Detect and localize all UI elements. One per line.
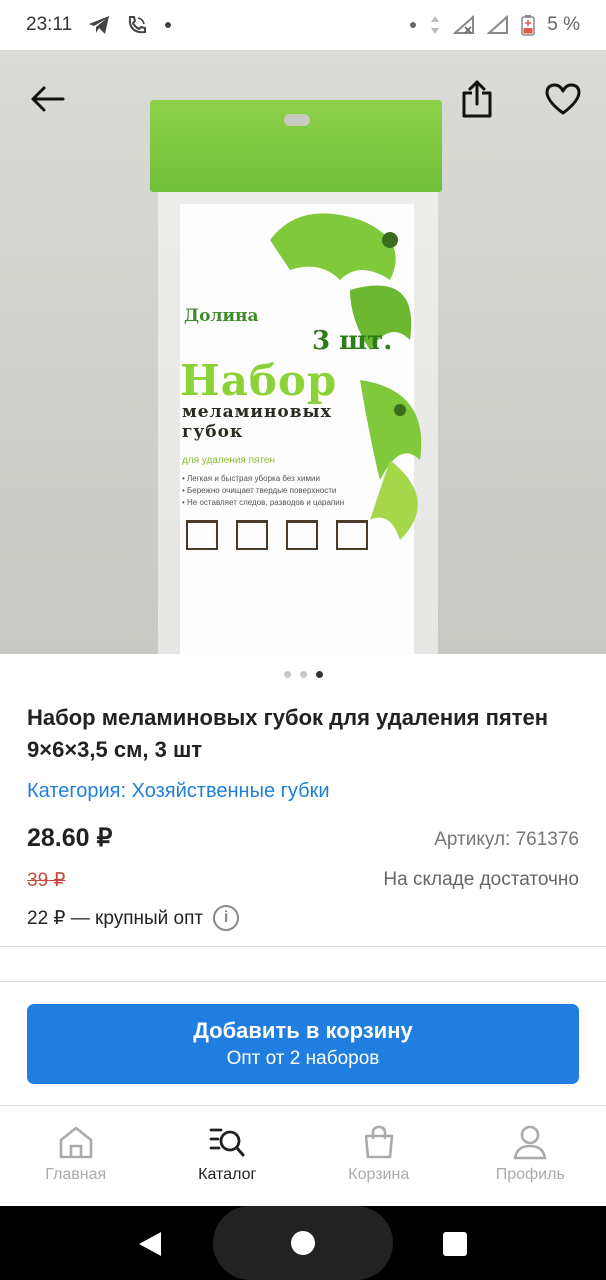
back-button[interactable] [24, 76, 70, 122]
product-price: 28.60 ₽ [27, 824, 113, 852]
old-price: 39 ₽ [27, 870, 66, 891]
product-title: Набор меламиновых губок для удаления пят… [27, 705, 549, 762]
nav-label: Главная [45, 1166, 107, 1183]
carousel-indicator [0, 671, 606, 678]
cart-bag-icon [364, 1125, 394, 1159]
add-to-cart-sublabel: Опт от 2 наборов [226, 1048, 380, 1069]
furniture-icon [286, 520, 318, 550]
product-image[interactable]: Долина 3 шт. Набор меламиновых губок для… [0, 50, 606, 654]
package-subtitle: губок [182, 422, 244, 442]
product-package-illustration: Долина 3 шт. Набор меламиновых губок для… [150, 100, 442, 654]
share-icon [462, 80, 492, 118]
nav-item-profile[interactable]: Профиль [455, 1106, 606, 1206]
data-arrows-icon [429, 14, 441, 36]
package-brand: Долина [184, 306, 259, 326]
nav-label: Каталог [198, 1166, 257, 1183]
package-title: Набор [180, 356, 338, 405]
package-room-icons [186, 520, 368, 550]
nav-item-home[interactable]: Главная [0, 1106, 152, 1206]
battery-low-icon [521, 14, 535, 36]
back-triangle-icon[interactable] [137, 1231, 163, 1257]
package-subtitle: меламиновых [182, 402, 332, 422]
kitchen-icon [336, 520, 368, 550]
bathtub-icon [186, 520, 218, 550]
wholesale-price-text: 22 ₽ — крупный опт [27, 907, 204, 929]
favorite-button[interactable] [540, 76, 586, 122]
notification-dot-icon [164, 21, 172, 29]
nav-item-cart[interactable]: Корзина [303, 1106, 455, 1206]
status-bar: 23:11 5 % [0, 0, 606, 50]
divider [0, 981, 606, 982]
nav-label: Профиль [495, 1166, 565, 1183]
info-icon[interactable]: i [213, 905, 240, 931]
signal-icon [453, 15, 475, 35]
divider [0, 946, 606, 947]
stock-status: На складе достаточно [383, 869, 579, 890]
battery-percent: 5 % [547, 14, 580, 35]
notification-dot-icon [409, 21, 417, 29]
heart-icon [545, 83, 581, 115]
carousel-dot[interactable] [299, 671, 307, 678]
share-button[interactable] [454, 76, 500, 122]
add-to-cart-label: Добавить в корзину [193, 1018, 413, 1043]
home-icon [59, 1126, 93, 1159]
signal-icon [487, 15, 509, 35]
profile-icon [513, 1125, 547, 1160]
home-circle-icon[interactable] [291, 1231, 315, 1255]
sofa-icon [236, 520, 268, 550]
package-bullets: • Легкая и быстрая уборка без химии • Бе… [182, 474, 345, 507]
wholesale-price: 22 ₽ — крупный опт i [27, 905, 240, 931]
arrow-left-icon [31, 86, 65, 112]
nav-item-catalog[interactable]: Каталог [152, 1106, 304, 1206]
carousel-dot[interactable] [283, 671, 291, 678]
package-tagline: для удаления пятен [182, 455, 276, 466]
system-navigation-bar [0, 1206, 606, 1280]
telegram-icon [88, 15, 110, 35]
bottom-navigation: Главная Каталог Корзина Профиль [0, 1106, 606, 1206]
category-link[interactable]: Категория: Хозяйственные губки [27, 780, 330, 803]
nav-label: Корзина [348, 1166, 410, 1183]
add-to-cart-button[interactable]: Добавить в корзину Опт от 2 наборов [27, 1004, 579, 1084]
catalog-search-icon [209, 1128, 245, 1157]
viber-icon [126, 14, 148, 36]
carousel-dot-active[interactable] [315, 671, 323, 678]
recents-square-icon[interactable] [443, 1232, 467, 1256]
article-number: Артикул: 761376 [434, 829, 579, 850]
package-count: 3 шт. [312, 326, 393, 356]
status-time: 23:11 [26, 14, 73, 35]
